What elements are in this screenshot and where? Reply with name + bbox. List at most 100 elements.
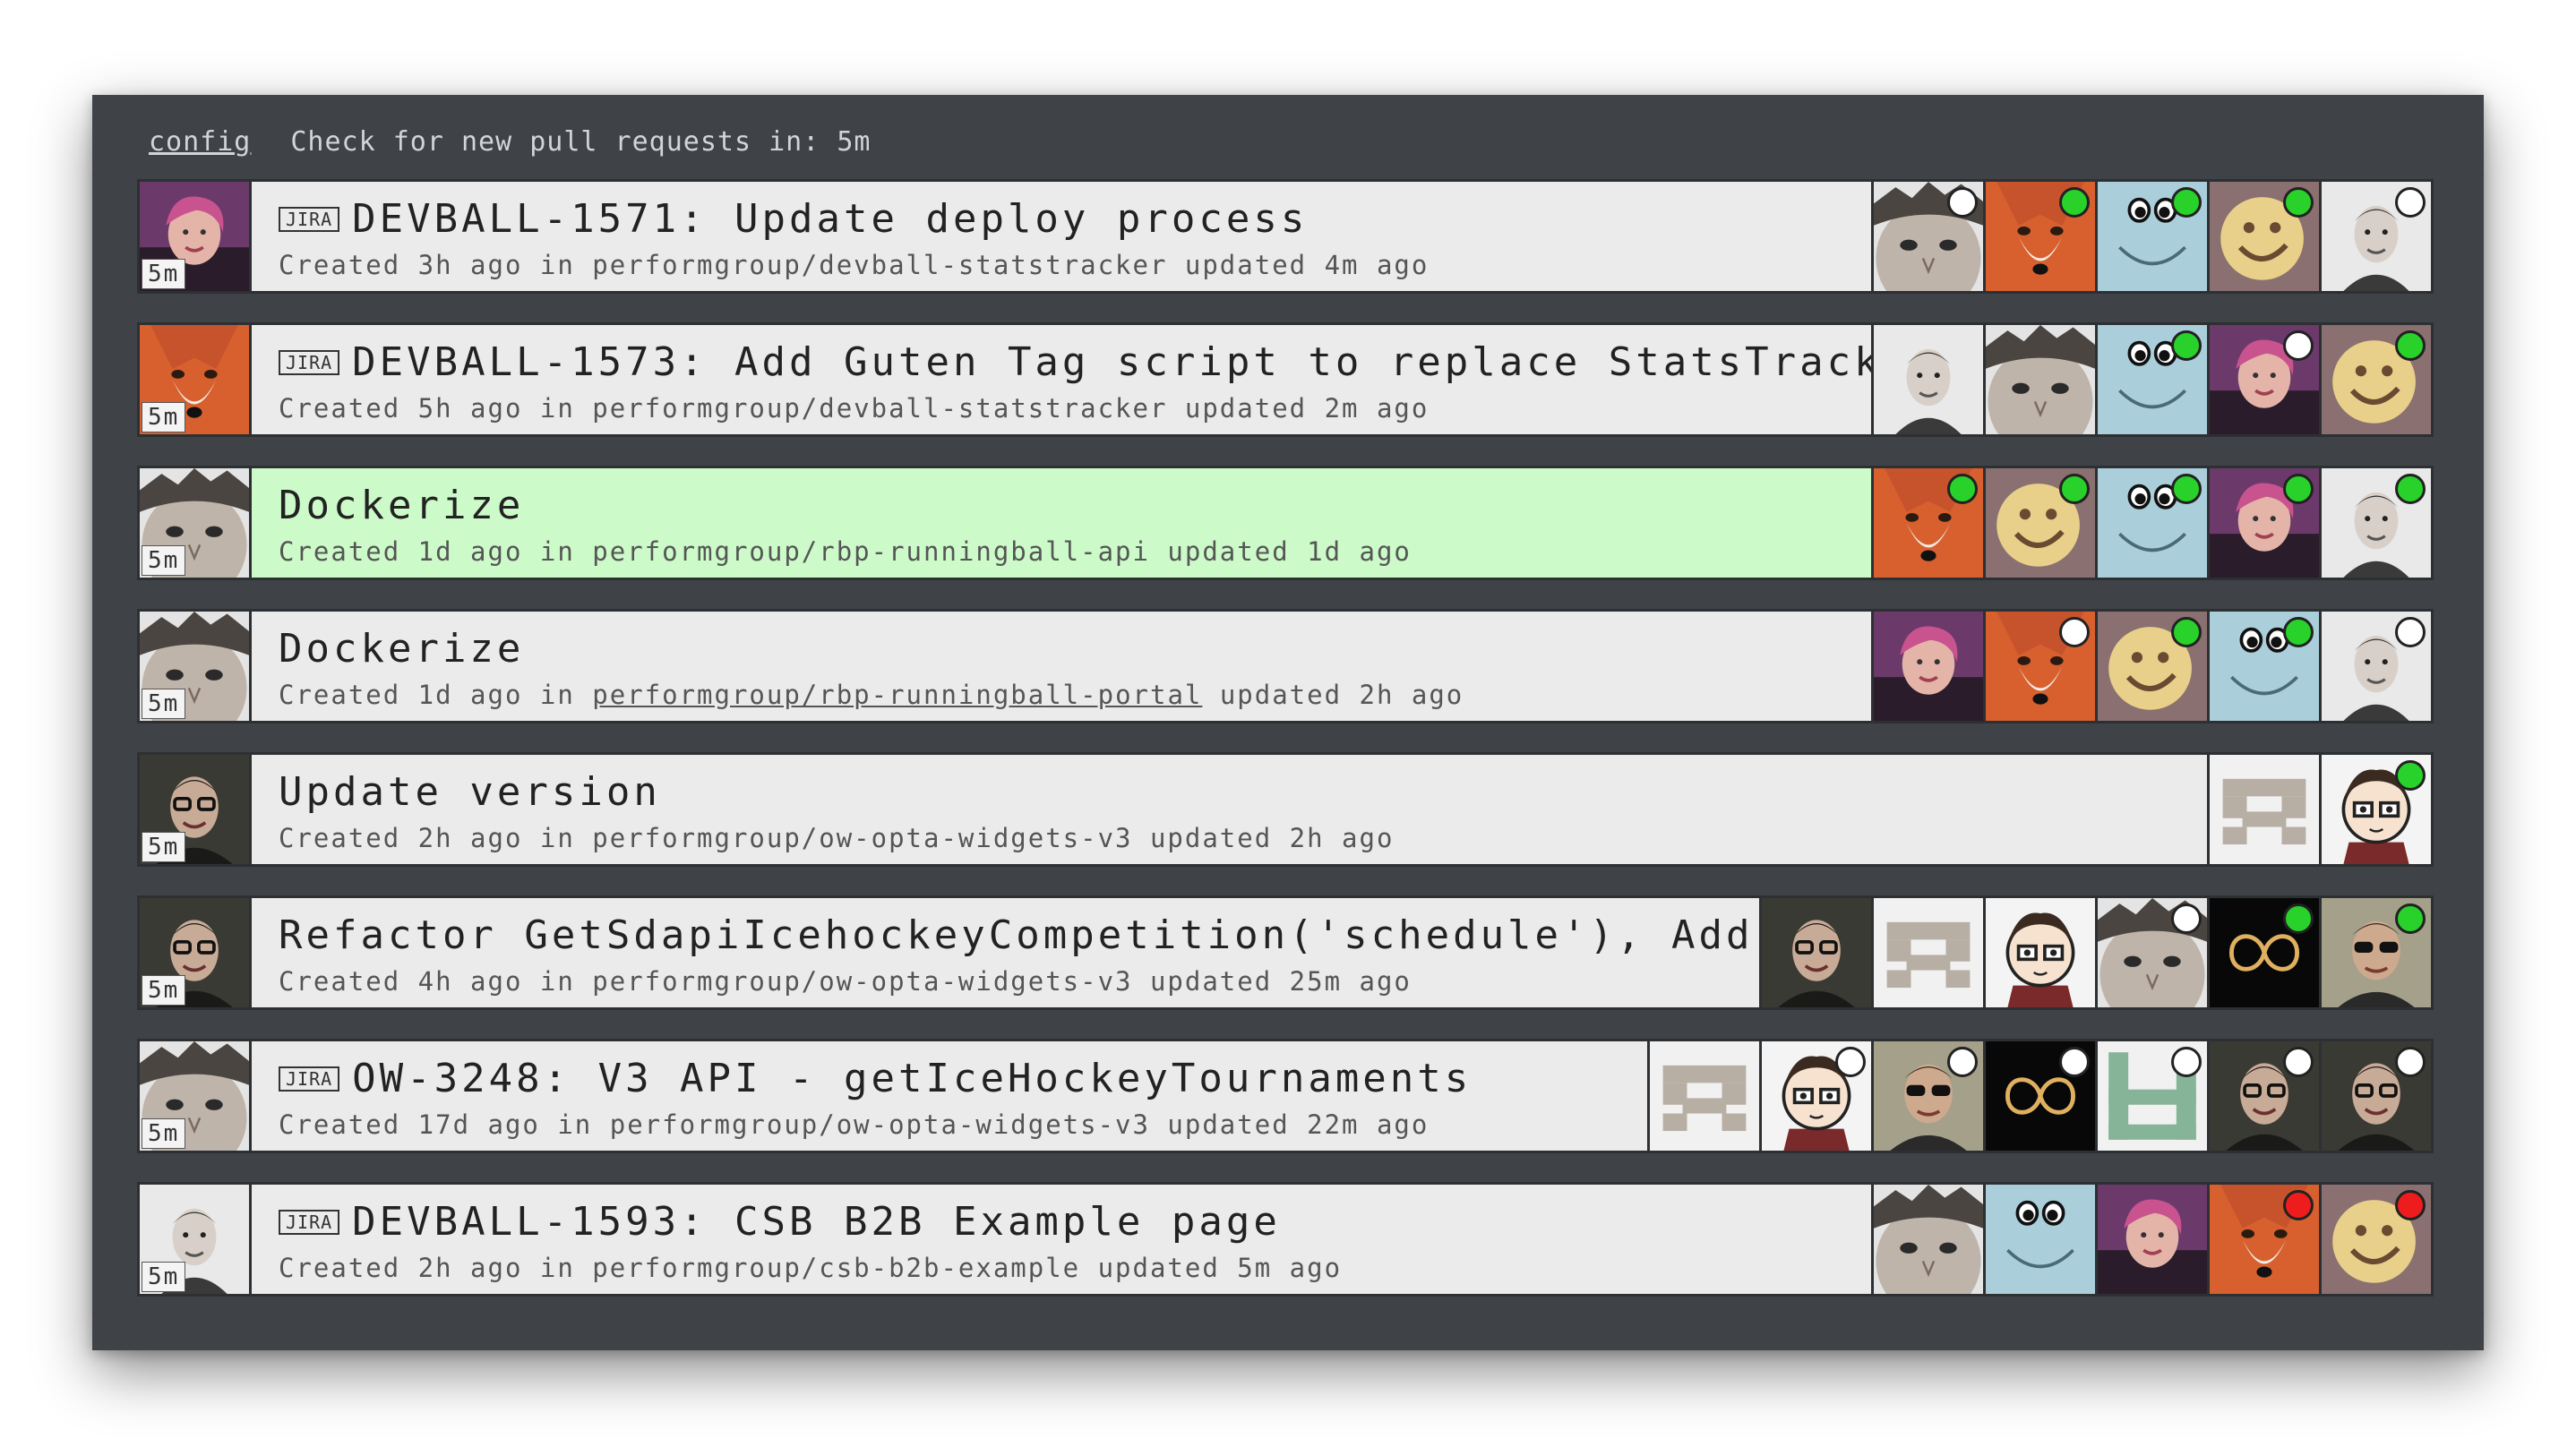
jira-tag[interactable]: JIRA	[279, 350, 340, 375]
pull-request-title-line: Dockerize	[279, 624, 1871, 674]
pull-request-row[interactable]: 5m Dockerize Created 1d ago in performgrou…	[137, 609, 2434, 724]
age-badge: 5m	[142, 545, 186, 576]
reviewer-list	[1871, 612, 2431, 721]
pull-request-title-line: Refactor GetSdapiIcehockeyCompetition('s…	[279, 911, 1759, 961]
author-avatar: 5m	[140, 325, 252, 434]
reviewer-avatar	[1983, 1185, 2095, 1294]
pull-request-title[interactable]: DEVBALL-1573: Add Guten Tag script to re…	[352, 338, 1871, 388]
reviewer-avatar	[1647, 1041, 1759, 1151]
jira-tag[interactable]: JIRA	[279, 1210, 340, 1235]
review-status-approved-icon	[2395, 760, 2426, 791]
reviewer-avatar	[2319, 1041, 2431, 1151]
reviewer-avatar	[2095, 325, 2207, 434]
pull-request-title-line: JIRA OW-3248: V3 API - getIceHockeyTourna…	[279, 1054, 1647, 1104]
pull-request-meta: Created 5h ago in performgroup/devball-s…	[279, 393, 1430, 424]
reviewer-avatar	[2095, 898, 2207, 1007]
repo-link[interactable]: performgroup/rbp-runningball-portal	[592, 680, 1202, 710]
reviewer-avatar	[2095, 612, 2207, 721]
meta-prefix: Created 1d ago in	[279, 680, 593, 710]
pull-request-title-line: JIRA DEVBALL-1573: Add Guten Tag script t…	[279, 338, 1871, 388]
pull-request-title-line: Update version	[279, 767, 2207, 818]
author-avatar: 5m	[140, 1041, 252, 1151]
pull-request-row[interactable]: 5m Update version Created 2h ago in perfor…	[137, 752, 2434, 867]
reviewer-avatar	[1871, 612, 1983, 721]
age-badge: 5m	[142, 975, 186, 1006]
review-status-approved-icon	[2283, 187, 2314, 218]
reviewer-avatar	[2319, 1185, 2431, 1294]
pull-request-meta: Created 17d ago in performgroup/ow-opta-…	[279, 1109, 1430, 1140]
reviewer-avatar	[2095, 182, 2207, 291]
reviewer-avatar	[2319, 182, 2431, 291]
pull-request-row[interactable]: 5m Refactor GetSdapiIcehockeyCompetition(…	[137, 895, 2434, 1010]
toolbar: config Check for new pull requests in: 5…	[149, 115, 871, 168]
config-link[interactable]: config	[149, 126, 251, 158]
reviewer-list	[1759, 898, 2431, 1007]
pull-request-title[interactable]: Update version	[279, 767, 661, 818]
reviewer-avatar	[1983, 1041, 2095, 1151]
reviewer-avatar	[2095, 468, 2207, 578]
reviewer-avatar	[1983, 182, 2095, 291]
age-badge: 5m	[142, 1262, 186, 1292]
pull-request-info: JIRA OW-3248: V3 API - getIceHockeyTourna…	[252, 1041, 1647, 1151]
reviewer-avatar	[1759, 898, 1871, 1007]
reviewer-avatar	[2207, 898, 2319, 1007]
pull-request-title[interactable]: DEVBALL-1593: CSB B2B Example page	[352, 1197, 1281, 1247]
pull-request-title[interactable]: Refactor GetSdapiIcehockeyCompetition('s…	[279, 911, 1759, 961]
pull-request-row[interactable]: 5m JIRA DEVBALL-1571: Update deploy proces…	[137, 179, 2434, 294]
pull-request-row[interactable]: 5m JIRA DEVBALL-1573: Add Guten Tag script…	[137, 322, 2434, 437]
pull-request-row[interactable]: 5m JIRA OW-3248: V3 API - getIceHockeyTour…	[137, 1039, 2434, 1153]
review-status-pending-icon	[2171, 903, 2202, 934]
jira-tag[interactable]: JIRA	[279, 1066, 340, 1092]
reviewer-avatar	[1871, 325, 1983, 434]
reviewer-avatar	[2207, 325, 2319, 434]
reviewer-avatar	[2319, 325, 2431, 434]
reviewer-avatar	[2319, 612, 2431, 721]
review-status-approved-icon	[2283, 474, 2314, 504]
review-status-approved-icon	[2395, 474, 2426, 504]
author-avatar: 5m	[140, 898, 252, 1007]
pull-request-info: JIRA DEVBALL-1593: CSB B2B Example page Cr…	[252, 1185, 1871, 1294]
pull-request-title-line: Dockerize	[279, 481, 1871, 531]
pull-request-row[interactable]: 5m JIRA DEVBALL-1593: CSB B2B Example page…	[137, 1182, 2434, 1297]
reviewer-list	[2207, 755, 2431, 864]
reviewer-avatar	[1871, 1185, 1983, 1294]
reviewer-avatar	[2319, 898, 2431, 1007]
reviewer-avatar	[1983, 468, 2095, 578]
pull-request-title[interactable]: Dockerize	[279, 481, 524, 531]
pull-request-title[interactable]: Dockerize	[279, 624, 524, 674]
pull-request-row[interactable]: 5m Dockerize Created 1d ago in performgrou…	[137, 466, 2434, 580]
reviewer-avatar	[2319, 755, 2431, 864]
review-status-approved-icon	[2283, 903, 2314, 934]
review-status-pending-icon	[2395, 1047, 2426, 1077]
review-status-pending-icon	[1947, 1047, 1978, 1077]
review-status-rejected-icon	[2283, 1190, 2314, 1220]
age-badge: 5m	[142, 689, 186, 719]
pull-request-title[interactable]: OW-3248: V3 API - getIceHockeyTournament…	[352, 1054, 1472, 1104]
review-status-approved-icon	[1947, 474, 1978, 504]
review-status-pending-icon	[2059, 617, 2090, 647]
pull-request-meta: Created 1d ago in performgroup/rbp-runni…	[279, 536, 1412, 567]
review-status-approved-icon	[2171, 617, 2202, 647]
reviewer-avatar	[2319, 468, 2431, 578]
reviewer-list	[1871, 1185, 2431, 1294]
review-status-approved-icon	[2059, 187, 2090, 218]
author-avatar: 5m	[140, 182, 252, 291]
reviewer-list	[1871, 468, 2431, 578]
pull-request-list: 5m JIRA DEVBALL-1571: Update deploy proces…	[137, 179, 2434, 1325]
pull-request-title[interactable]: DEVBALL-1571: Update deploy process	[352, 194, 1308, 244]
reviewer-avatar	[2095, 1041, 2207, 1151]
pull-request-info: JIRA DEVBALL-1571: Update deploy process C…	[252, 182, 1871, 291]
pull-request-title-line: JIRA DEVBALL-1571: Update deploy process	[279, 194, 1871, 244]
pull-request-meta: Created 2h ago in performgroup/csb-b2b-e…	[279, 1253, 1343, 1283]
review-status-approved-icon	[2171, 474, 2202, 504]
reviewer-avatar	[1871, 1041, 1983, 1151]
review-status-pending-icon	[2059, 1047, 2090, 1077]
review-status-rejected-icon	[2395, 1190, 2426, 1220]
review-status-approved-icon	[2059, 474, 2090, 504]
reviewer-avatar	[1871, 898, 1983, 1007]
reviewer-avatar	[2095, 1185, 2207, 1294]
pull-request-meta: Created 1d ago in performgroup/rbp-runni…	[279, 680, 1871, 710]
pull-request-title-line: JIRA DEVBALL-1593: CSB B2B Example page	[279, 1197, 1871, 1247]
jira-tag[interactable]: JIRA	[279, 207, 340, 232]
author-avatar: 5m	[140, 755, 252, 864]
